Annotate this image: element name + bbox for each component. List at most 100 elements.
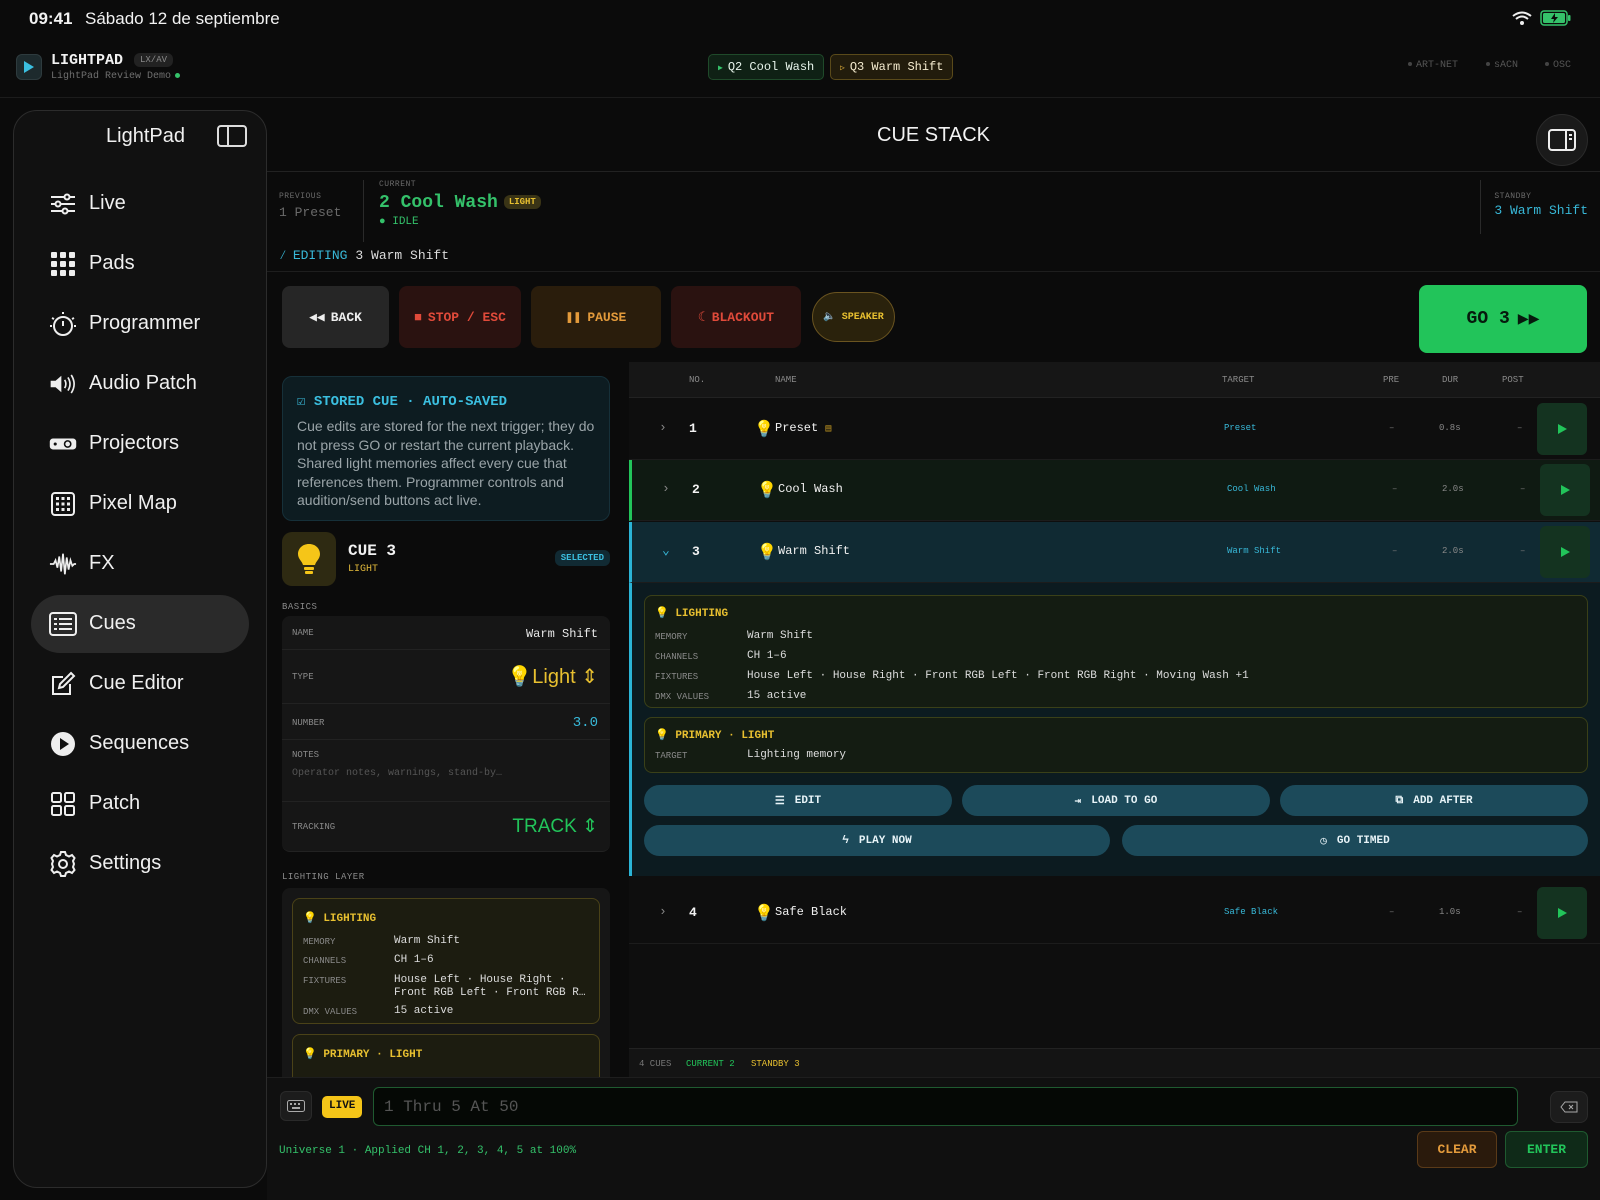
sidebar-item-live[interactable]: Live bbox=[31, 175, 249, 233]
cue-title: CUE 3 bbox=[348, 542, 397, 560]
table-row[interactable]: ⌄ 3 💡 Warm Shift Warm Shift – 2.0s – bbox=[629, 522, 1600, 583]
back-button[interactable]: ◀◀ BACK bbox=[282, 286, 389, 348]
chip-current-cue[interactable]: ▶ Q2 Cool Wash bbox=[708, 54, 825, 80]
lighting-layer-card[interactable]: 💡 LIGHTING MEMORY Warm Shift CHANNELS CH… bbox=[292, 898, 600, 1024]
add-after-button[interactable]: ⧉ ADD AFTER bbox=[1280, 785, 1588, 816]
edit-button[interactable]: ☰ EDIT bbox=[644, 785, 952, 816]
sidebar-item-pads[interactable]: Pads bbox=[31, 235, 249, 293]
fixtures-label: FIXTURES bbox=[655, 672, 699, 682]
edit-icon bbox=[49, 670, 77, 698]
fixtures-label: FIXTURES bbox=[303, 976, 347, 986]
status-icons bbox=[1512, 10, 1572, 26]
keyboard-icon bbox=[287, 1100, 305, 1112]
fixtures-value: House Left · House Right · Front RGB Lef… bbox=[747, 670, 1249, 682]
command-input[interactable]: 1 Thru 5 At 50 bbox=[373, 1087, 1518, 1126]
projector-icon bbox=[49, 430, 77, 458]
primary-detail-card[interactable]: 💡 PRIMARY · LIGHT TARGET Lighting memory bbox=[644, 717, 1588, 773]
cue-pre: – bbox=[1392, 484, 1398, 494]
chip-standby-cue[interactable]: ▷ Q3 Warm Shift bbox=[830, 54, 954, 80]
sidebar-item-cue-editor[interactable]: Cue Editor bbox=[31, 655, 249, 713]
table-row[interactable]: › 1 💡 Preset ▤ Preset – 0.8s – bbox=[629, 399, 1600, 460]
play-cue-button[interactable] bbox=[1540, 464, 1590, 516]
speaker-small-icon: 🔈 bbox=[823, 312, 836, 323]
backspace-button[interactable] bbox=[1550, 1091, 1588, 1123]
clear-button[interactable]: CLEAR bbox=[1417, 1131, 1497, 1168]
standby-cue: STANDBY 3 Warm Shift bbox=[1480, 180, 1588, 234]
enter-button[interactable]: ENTER bbox=[1505, 1131, 1588, 1168]
status-dot: ● bbox=[379, 216, 386, 228]
tracking-select[interactable]: TRACK ⇕ bbox=[512, 815, 598, 838]
sidebar-item-patch[interactable]: Patch bbox=[31, 775, 249, 833]
lighting-detail-card[interactable]: 💡 LIGHTING MEMORY Warm Shift CHANNELS CH… bbox=[644, 595, 1588, 708]
chevron-right-icon[interactable]: › bbox=[659, 420, 667, 435]
table-row[interactable]: › 4 💡 Safe Black Safe Black – 1.0s – bbox=[629, 883, 1600, 944]
channels-label: CHANNELS bbox=[303, 956, 347, 966]
cue-inspector: ☑ STORED CUE · AUTO-SAVED Cue edits are … bbox=[267, 362, 616, 1077]
primary-layer-card[interactable]: 💡 PRIMARY · LIGHT bbox=[292, 1034, 600, 1077]
lighting-detail-title: 💡 LIGHTING bbox=[655, 608, 729, 620]
sidebar-item-audio-patch[interactable]: Audio Patch bbox=[31, 355, 249, 413]
sidebar-item-projectors[interactable]: Projectors bbox=[31, 415, 249, 473]
number-field[interactable]: 3.0 bbox=[573, 715, 598, 731]
dmx-label: DMX VALUES bbox=[303, 1007, 358, 1017]
notes-row[interactable]: NOTES Operator notes, warnings, stand-by… bbox=[282, 740, 610, 802]
sidebar-item-pixel-map[interactable]: Pixel Map bbox=[31, 475, 249, 533]
load-to-go-button[interactable]: ⇥ LOAD TO GO bbox=[962, 785, 1270, 816]
play-cue-button[interactable] bbox=[1540, 526, 1590, 578]
type-label: TYPE bbox=[292, 672, 314, 682]
name-field[interactable]: Warm Shift bbox=[526, 627, 598, 641]
panel-right-icon bbox=[1548, 129, 1576, 151]
stop-button[interactable]: ■ STOP / ESC bbox=[399, 286, 521, 348]
type-select[interactable]: 💡Light ⇕ bbox=[507, 664, 598, 689]
bulb-small-icon: 💡 bbox=[757, 482, 777, 500]
sidebar-item-sequences[interactable]: Sequences bbox=[31, 715, 249, 773]
current-state: IDLE bbox=[392, 216, 419, 228]
table-footer: 4 CUES CURRENT 2 STANDBY 3 bbox=[629, 1048, 1600, 1077]
play-cue-button[interactable] bbox=[1537, 403, 1587, 455]
keyboard-button[interactable] bbox=[280, 1091, 312, 1121]
blackout-button[interactable]: ☾ BLACKOUT bbox=[671, 286, 801, 348]
live-badge: LIVE bbox=[322, 1096, 363, 1118]
memory-label: MEMORY bbox=[303, 937, 336, 947]
number-row[interactable]: NUMBER 3.0 bbox=[282, 704, 610, 740]
play-now-button[interactable]: ϟ PLAY NOW bbox=[644, 825, 1110, 856]
chevron-down-icon[interactable]: ⌄ bbox=[662, 543, 670, 558]
sliders-small-icon: ☰ bbox=[774, 795, 785, 808]
table-header: NO. NAME TARGET PRE DUR POST bbox=[629, 362, 1600, 398]
play-cue-button[interactable] bbox=[1537, 887, 1587, 939]
col-target: TARGET bbox=[1222, 375, 1255, 385]
speaker-button[interactable]: 🔈 SPEAKER bbox=[812, 292, 895, 342]
type-row[interactable]: TYPE 💡Light ⇕ bbox=[282, 650, 610, 704]
layer-title: 💡 LIGHTING bbox=[303, 913, 377, 925]
go-button[interactable]: GO 3 ▶▶ bbox=[1419, 285, 1587, 353]
chevron-right-icon[interactable]: › bbox=[662, 481, 670, 496]
name-row[interactable]: NAME Warm Shift bbox=[282, 616, 610, 650]
cue-name: Warm Shift bbox=[778, 544, 851, 558]
cue-count: 4 CUES bbox=[639, 1059, 672, 1069]
target-label: TARGET bbox=[655, 751, 688, 761]
sidebar-toggle-icon[interactable] bbox=[217, 125, 247, 147]
sidebar-item-programmer[interactable]: Programmer bbox=[31, 295, 249, 353]
memory-value: Warm Shift bbox=[394, 935, 461, 947]
sliders-icon bbox=[49, 190, 77, 218]
cue-target: Preset bbox=[1224, 423, 1257, 433]
cue-post: – bbox=[1520, 484, 1526, 494]
table-row[interactable]: › 2 💡 Cool Wash Cool Wash – 2.0s – bbox=[629, 460, 1600, 521]
sidebar-item-label: Sequences bbox=[89, 732, 190, 754]
target-value: Lighting memory bbox=[747, 749, 847, 761]
status-bar: 09:41 Sábado 12 de septiembre bbox=[0, 0, 1600, 38]
autosave-notice: ☑ STORED CUE · AUTO-SAVED Cue edits are … bbox=[282, 376, 610, 521]
pause-button[interactable]: ❚❚ PAUSE bbox=[531, 286, 661, 348]
arrow-to-line-icon: ⇥ bbox=[1074, 795, 1082, 808]
waveform-icon bbox=[49, 550, 77, 578]
command-line: LIVE 1 Thru 5 At 50 Universe 1 · Applied… bbox=[267, 1077, 1600, 1200]
tracking-row[interactable]: TRACKING TRACK ⇕ bbox=[282, 802, 610, 852]
chevron-right-icon[interactable]: › bbox=[659, 904, 667, 919]
sidebar-item-fx[interactable]: FX bbox=[31, 535, 249, 593]
sidebar-item-settings[interactable]: Settings bbox=[31, 835, 249, 893]
cue-name: Preset ▤ bbox=[775, 421, 832, 435]
go-timed-button[interactable]: ◷ GO TIMED bbox=[1122, 825, 1588, 856]
inspector-toggle-button[interactable] bbox=[1536, 114, 1588, 166]
sidebar-item-cues[interactable]: Cues bbox=[31, 595, 249, 653]
notes-input[interactable]: Operator notes, warnings, stand-by… bbox=[292, 768, 502, 779]
